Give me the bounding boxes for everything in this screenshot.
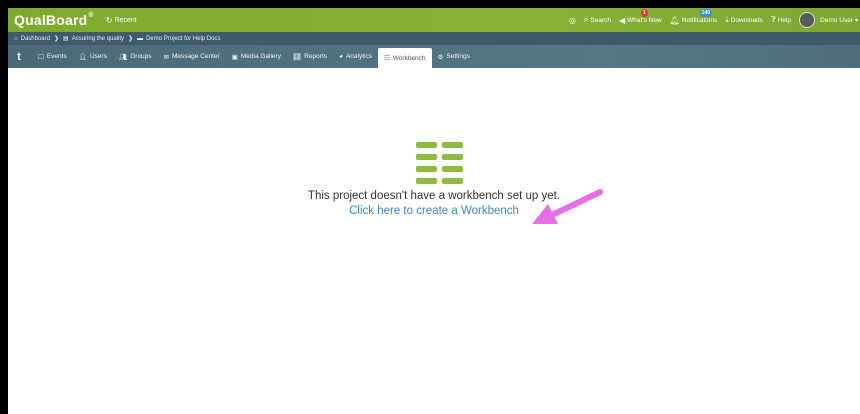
notifications-badge: 140 bbox=[699, 8, 712, 17]
create-workbench-link[interactable]: Click here to create a Workbench bbox=[8, 205, 860, 217]
tab-events[interactable]: ☐ Events bbox=[32, 48, 73, 65]
avatar bbox=[799, 12, 816, 28]
bell-icon: 🔔︎ bbox=[669, 15, 680, 25]
gallery-icon: ▣ bbox=[231, 53, 238, 61]
calendar-icon: ☐ bbox=[38, 53, 44, 61]
recent-button[interactable]: ↻ Recent bbox=[106, 16, 137, 25]
tab-workbench[interactable]: ☷ Workbench bbox=[377, 48, 432, 68]
user-icon: 👤︎ bbox=[78, 53, 87, 61]
tab-reports[interactable]: 📈︎ Reports bbox=[287, 48, 333, 65]
annotation-arrow-icon bbox=[532, 189, 603, 224]
chevron-right-icon: ❯ bbox=[128, 36, 134, 42]
workbench-icon bbox=[416, 142, 464, 184]
envelope-icon: ✉ bbox=[163, 53, 169, 61]
whats-new-button[interactable]: ◀ What's New 1 bbox=[619, 8, 662, 25]
help-button[interactable]: ❓︎ Help bbox=[771, 15, 791, 25]
analytics-icon: ◕ bbox=[339, 53, 343, 60]
tab-message-center[interactable]: ✉ Message Center bbox=[158, 48, 226, 65]
qualboard-t-icon[interactable]: t bbox=[12, 45, 26, 68]
breadcrumb-project[interactable]: Demo Project for Help Docs bbox=[146, 36, 220, 42]
tab-users[interactable]: 👤︎ Users bbox=[73, 48, 113, 65]
app-window: QualBoard® ↻ Recent ◎ ⌕ Search ◀ What's … bbox=[8, 8, 860, 414]
downloads-button[interactable]: ⤓ Downloads bbox=[725, 15, 763, 25]
tab-analytics[interactable]: ◕ Analytics bbox=[333, 48, 378, 65]
user-menu[interactable]: Demo User ▾ bbox=[799, 12, 858, 28]
notifications-button[interactable]: 🔔︎ Notifications 140 bbox=[669, 8, 717, 25]
chevron-down-icon: ▾ bbox=[854, 17, 858, 24]
history-icon: ↻ bbox=[105, 15, 113, 25]
gear-icon: ⚙ bbox=[437, 53, 444, 61]
workbench-empty-state: This project doesn't have a workbench se… bbox=[8, 68, 860, 414]
megaphone-icon: ◀ bbox=[619, 15, 626, 25]
project-nav: t ☐ Events 👤︎ Users 👥︎ Groups ✉ Message … bbox=[8, 45, 860, 68]
empty-state-message: This project doesn't have a workbench se… bbox=[307, 190, 561, 202]
chart-icon: 📈︎ bbox=[292, 53, 302, 61]
search-button[interactable]: ⌕ Search bbox=[584, 15, 611, 25]
tab-groups[interactable]: 👥︎ Groups bbox=[113, 48, 158, 65]
ring-icon[interactable]: ◎ bbox=[569, 16, 576, 25]
breadcrumb: ⌂ Dashboard ❯ ▤ Assuring the quality ❯ ▬… bbox=[8, 32, 860, 45]
download-icon: ⤓ bbox=[725, 15, 729, 24]
breadcrumb-program[interactable]: Assuring the quality bbox=[72, 36, 124, 42]
whats-new-badge: 1 bbox=[641, 8, 648, 17]
top-nav: ◎ ⌕ Search ◀ What's New 1 🔔︎ Notificatio… bbox=[569, 8, 860, 32]
folder-icon: ▬ bbox=[137, 35, 144, 42]
search-icon: ⌕ bbox=[583, 15, 589, 24]
tab-media-gallery[interactable]: ▣ Media Gallery bbox=[226, 48, 287, 65]
tab-settings[interactable]: ⚙ Settings bbox=[432, 48, 476, 65]
groups-icon: 👥︎ bbox=[118, 53, 128, 61]
help-icon: ❓︎ bbox=[770, 15, 776, 24]
top-bar: QualBoard® ↻ Recent ◎ ⌕ Search ◀ What's … bbox=[8, 8, 860, 32]
chevron-right-icon: ❯ bbox=[53, 36, 60, 42]
breadcrumb-dashboard[interactable]: Dashboard bbox=[21, 36, 50, 42]
home-icon: ⌂ bbox=[14, 35, 18, 42]
brand-logo[interactable]: QualBoard® bbox=[8, 12, 94, 28]
book-icon: ▤ bbox=[63, 36, 69, 42]
workbench-icon: ☷ bbox=[383, 55, 390, 62]
